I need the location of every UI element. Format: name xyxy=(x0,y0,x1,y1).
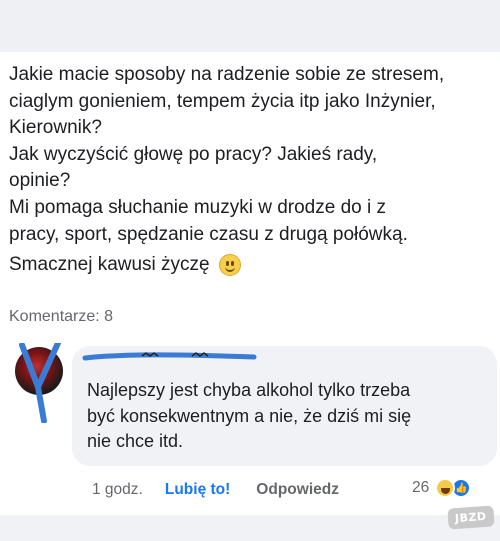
comment-line: być konsekwentnym a nie, że dziś mi się xyxy=(87,405,412,426)
comment-text: Najlepszy jest chyba alkohol tylko trzeb… xyxy=(87,378,482,455)
redaction-mark-icon xyxy=(19,343,61,423)
comment-timestamp[interactable]: 1 godz. xyxy=(92,481,143,499)
post-line: opinie? xyxy=(9,170,71,192)
comment-line: Najlepszy jest chyba alkohol tylko trzeb… xyxy=(87,380,411,400)
post-line: pracy, sport, spędzanie czasu z drugą po… xyxy=(9,223,408,245)
comment-bubble: Najlepszy jest chyba alkohol tylko trzeb… xyxy=(72,346,497,466)
reply-button[interactable]: Odpowiedz xyxy=(256,481,339,499)
post-line: ciaglym gonieniem, tempem życia itp jako… xyxy=(9,90,436,112)
haha-icon xyxy=(435,478,456,498)
post-line: Jakie macie sposoby na radzenie sobie ze… xyxy=(9,64,445,85)
bottom-strip xyxy=(0,515,500,541)
reaction-count: 26 xyxy=(412,479,430,496)
like-button[interactable]: Lubię to! xyxy=(165,481,230,499)
reaction-summary[interactable]: 26 👍 xyxy=(412,478,472,498)
comment-section: Najlepszy jest chyba alkohol tylko trzeb… xyxy=(0,325,500,515)
greeting-text: Smacznej kawusi życzę xyxy=(9,254,210,276)
post-line: Jak wyczyścić głowę po pracy? Jakieś rad… xyxy=(9,143,378,165)
post-body: Jakie macie sposoby na radzenie sobie ze… xyxy=(9,62,497,279)
comments-count[interactable]: Komentarze: 8 xyxy=(9,308,113,326)
slightly-smiling-face-icon xyxy=(218,254,241,277)
watermark-logo: JBZD xyxy=(447,505,495,530)
comment-actions: 1 godz. Lubię to! Odpowiedz 26 👍 xyxy=(92,478,492,502)
post-line: Mi pomaga słuchanie muzyki w drodze do i… xyxy=(9,196,387,218)
top-strip xyxy=(0,0,500,52)
comment-line: nie chce itd. xyxy=(87,431,184,451)
post-card: Jakie macie sposoby na radzenie sobie ze… xyxy=(0,52,500,325)
post-line: Kierownik? xyxy=(9,117,102,139)
author-name-redaction xyxy=(82,352,257,361)
post-greeting: Smacznej kawusi życzę xyxy=(9,252,497,279)
